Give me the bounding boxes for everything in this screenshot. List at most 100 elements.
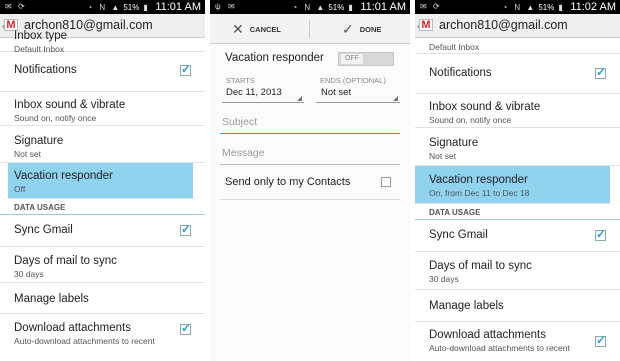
cancel-label: CANCEL bbox=[249, 24, 281, 34]
usb-icon: ψ bbox=[215, 2, 221, 11]
item-subtitle: Auto-download attachments to recent bbox=[14, 336, 155, 346]
list-item-notifications[interactable]: Notifications bbox=[415, 54, 620, 94]
status-bar: ✉ ⟳ ◔ N ▲ 51% ▮ 11:02 AM bbox=[415, 0, 620, 14]
ends-label: ENDS (OPTIONAL) bbox=[320, 76, 386, 85]
check-icon: ✓ bbox=[342, 20, 354, 37]
item-title: Inbox sound & vibrate bbox=[14, 99, 126, 111]
nfc-icon: N bbox=[304, 2, 311, 12]
checkbox-checked-icon[interactable] bbox=[595, 227, 606, 241]
item-title: Signature bbox=[14, 135, 64, 147]
checkbox-checked-icon[interactable] bbox=[180, 321, 191, 335]
divider bbox=[309, 20, 310, 38]
list-item-manage-labels[interactable]: Manage labels bbox=[415, 290, 620, 322]
item-title: Inbox type bbox=[14, 30, 68, 42]
item-title: Inbox sound & vibrate bbox=[429, 101, 541, 113]
wifi-icon: ◔ bbox=[87, 2, 93, 12]
mail-notification-icon: ✉ bbox=[420, 2, 427, 11]
item-title: Sync Gmail bbox=[429, 229, 488, 241]
battery-icon: ▮ bbox=[143, 2, 148, 12]
starts-date-spinner[interactable]: Dec 11, 2013 bbox=[226, 87, 282, 98]
item-title: Manage labels bbox=[429, 300, 504, 312]
list-item-days-to-sync[interactable]: Days of mail to sync 30 days bbox=[0, 247, 205, 283]
list-item-manage-labels[interactable]: Manage labels bbox=[0, 283, 205, 314]
checkbox-checked-icon[interactable] bbox=[595, 333, 606, 347]
list-item-inbox-sound[interactable]: Inbox sound & vibrate Sound on, notify o… bbox=[0, 92, 205, 126]
item-subtitle: Auto-download attachments to recent bbox=[429, 343, 570, 353]
status-bar: ✉ ⟳ ◔ N ▲ 51% ▮ 11:01 AM bbox=[0, 0, 205, 14]
signal-icon: ▲ bbox=[316, 2, 325, 12]
mail-notification-icon: ✉ bbox=[228, 2, 235, 11]
vacation-responder-label: Vacation responder bbox=[225, 52, 324, 64]
settings-list: Default Inbox Notifications Inbox sound … bbox=[415, 38, 620, 358]
section-header-data-usage: DATA USAGE bbox=[0, 199, 205, 215]
item-title: Days of mail to sync bbox=[14, 255, 117, 267]
checkbox-checked-icon[interactable] bbox=[180, 62, 191, 76]
contacts-checkbox[interactable] bbox=[381, 177, 391, 187]
status-bar: ψ ✉ ◔ N ▲ 51% ▮ 11:01 AM bbox=[210, 0, 410, 14]
gmail-logo-icon[interactable]: M bbox=[419, 19, 433, 31]
starts-label: STARTS bbox=[226, 76, 255, 85]
spinner-underline bbox=[222, 102, 304, 103]
wifi-icon: ◔ bbox=[292, 2, 298, 12]
message-underline bbox=[220, 164, 400, 165]
vacation-toggle[interactable]: OFF bbox=[338, 52, 394, 66]
section-header-data-usage: DATA USAGE bbox=[415, 204, 620, 220]
action-bar: ‹ M archon810@gmail.com bbox=[415, 14, 620, 38]
screen-vacation-editor: ψ ✉ ◔ N ▲ 51% ▮ 11:01 AM ✕ CANCEL ✓ DONE… bbox=[210, 0, 410, 361]
item-subtitle: On, from Dec 11 to Dec 18 bbox=[429, 188, 530, 198]
item-title: Download attachments bbox=[14, 322, 131, 334]
divider bbox=[220, 199, 400, 200]
list-item-days-to-sync[interactable]: Days of mail to sync 30 days bbox=[415, 252, 620, 290]
cancel-button[interactable]: ✕ CANCEL bbox=[232, 14, 281, 44]
list-item-inbox-type[interactable]: Inbox type Default Inbox bbox=[0, 30, 205, 54]
battery-icon: ▮ bbox=[348, 2, 353, 12]
message-input[interactable]: Message bbox=[222, 147, 399, 159]
item-title: Days of mail to sync bbox=[429, 260, 532, 272]
status-time: 11:01 AM bbox=[360, 1, 406, 13]
item-title: Vacation responder bbox=[14, 170, 113, 182]
sync-icon: ⟳ bbox=[18, 2, 25, 11]
checkbox-checked-icon[interactable] bbox=[595, 65, 606, 79]
spinner-arrow-icon bbox=[297, 96, 302, 101]
nfc-icon: N bbox=[99, 2, 106, 12]
list-item-download-attachments[interactable]: Download attachments Auto-download attac… bbox=[0, 314, 205, 350]
nfc-icon: N bbox=[514, 2, 521, 12]
list-item-signature[interactable]: Signature Not set bbox=[415, 128, 620, 166]
battery-percent: 51% bbox=[123, 2, 140, 12]
list-item-signature[interactable]: Signature Not set bbox=[0, 126, 205, 163]
list-item-vacation-responder[interactable]: Vacation responder On, from Dec 11 to De… bbox=[415, 166, 610, 204]
item-title: Notifications bbox=[14, 64, 77, 76]
subject-input[interactable]: Subject bbox=[222, 116, 399, 128]
cancel-done-bar: ✕ CANCEL ✓ DONE bbox=[210, 14, 410, 44]
item-title: Notifications bbox=[429, 67, 492, 79]
item-title: Signature bbox=[429, 137, 479, 149]
status-time: 11:02 AM bbox=[570, 1, 616, 13]
list-item-inbox-type[interactable]: Default Inbox bbox=[415, 38, 620, 54]
wifi-icon: ◔ bbox=[502, 2, 508, 12]
signal-icon: ▲ bbox=[111, 2, 120, 12]
item-title: Download attachments bbox=[429, 329, 546, 341]
list-item-notifications[interactable]: Notifications bbox=[0, 52, 205, 92]
item-subtitle: Off bbox=[14, 184, 26, 194]
battery-percent: 51% bbox=[538, 2, 555, 12]
item-subtitle: Not set bbox=[14, 149, 41, 159]
item-title: Sync Gmail bbox=[14, 224, 73, 236]
checkbox-checked-icon[interactable] bbox=[180, 222, 191, 236]
item-title: Vacation responder bbox=[429, 174, 528, 186]
list-item-download-attachments[interactable]: Download attachments Auto-download attac… bbox=[415, 322, 620, 358]
list-item-sync-gmail[interactable]: Sync Gmail bbox=[415, 220, 620, 252]
list-item-vacation-responder[interactable]: Vacation responder Off bbox=[8, 163, 193, 199]
list-item-inbox-sound[interactable]: Inbox sound & vibrate Sound on, notify o… bbox=[415, 94, 620, 128]
done-button[interactable]: ✓ DONE bbox=[342, 14, 381, 44]
signal-icon: ▲ bbox=[526, 2, 535, 12]
sync-icon: ⟳ bbox=[433, 2, 440, 11]
item-subtitle: Not set bbox=[429, 151, 456, 161]
list-item-sync-gmail[interactable]: Sync Gmail bbox=[0, 215, 205, 247]
item-subtitle: Sound on, notify once bbox=[429, 115, 512, 125]
ends-date-spinner[interactable]: Not set bbox=[321, 87, 351, 98]
close-icon: ✕ bbox=[232, 20, 244, 37]
toggle-off-label: OFF bbox=[341, 54, 363, 64]
battery-icon: ▮ bbox=[558, 2, 563, 12]
battery-percent: 51% bbox=[328, 2, 345, 12]
subject-underline bbox=[220, 133, 400, 134]
